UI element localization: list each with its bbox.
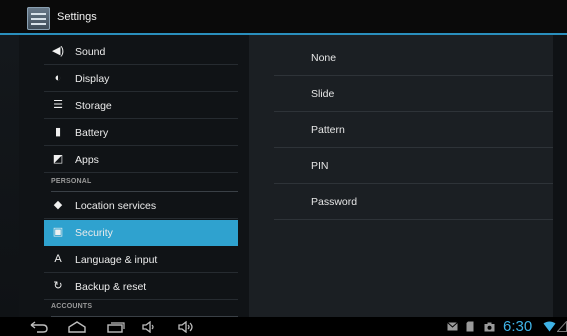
screen-lock-options: None Slide Pattern PIN Password [249, 35, 554, 317]
sidebar-item-label: Battery [75, 126, 109, 139]
sidebar-item-label: Location services [75, 199, 157, 212]
battery-icon: ▮ [54, 126, 62, 138]
sidebar-item-label: Security [75, 226, 113, 239]
backup-icon: ↻ [53, 280, 63, 292]
storage-icon: ☰ [53, 99, 63, 111]
gmail-icon [446, 320, 458, 333]
settings-app-icon[interactable] [27, 7, 50, 30]
sidebar-item-backup-reset[interactable]: ↻ Backup & reset [44, 274, 238, 300]
sidebar-item-label: Sound [75, 45, 106, 58]
apps-icon: ◩ [52, 153, 64, 165]
brightness-icon: ◐ [54, 72, 62, 84]
sidebar-item-battery[interactable]: ▮ Battery [44, 120, 238, 146]
sidebar-item-label: Backup & reset [75, 280, 147, 293]
option-label: Slide [311, 87, 335, 100]
sidebar-item-storage[interactable]: ☰ Storage [44, 93, 238, 119]
app-title: Settings [57, 11, 97, 23]
lock-option-slide[interactable]: Slide [274, 76, 554, 112]
action-bar: Settings [0, 0, 567, 35]
sidebar-item-label: Storage [75, 99, 112, 112]
lock-option-pin[interactable]: PIN [274, 148, 554, 184]
volume-up-icon[interactable] [176, 318, 198, 335]
wifi-icon [542, 320, 556, 333]
sidebar-item-label: Display [75, 72, 110, 85]
sidebar-item-language-input[interactable]: A Language & input [44, 247, 238, 273]
lock-option-none[interactable]: None [274, 40, 554, 76]
option-label: Password [311, 195, 358, 208]
settings-main: ◀) Sound ◐ Display ☰ Storage ▮ Battery ◩… [0, 35, 567, 317]
option-label: Pattern [311, 123, 345, 136]
back-icon[interactable] [28, 318, 50, 335]
sidebar-item-location-services[interactable]: ◆ Location services [44, 193, 238, 219]
screenshot-icon [483, 320, 495, 333]
option-label: PIN [311, 159, 329, 172]
sd-card-icon [465, 320, 475, 333]
volume-down-icon[interactable] [140, 318, 160, 335]
location-icon: ◆ [53, 199, 63, 211]
settings-sidebar[interactable]: ◀) Sound ◐ Display ☰ Storage ▮ Battery ◩… [19, 35, 249, 317]
sidebar-item-label: Language & input [75, 253, 158, 266]
section-header-personal: PERSONAL [51, 178, 238, 192]
section-header-accounts: ACCOUNTS [51, 303, 238, 317]
home-icon[interactable] [66, 318, 88, 335]
sidebar-item-sound[interactable]: ◀) Sound [44, 39, 238, 65]
sidebar-item-display[interactable]: ◐ Display [44, 66, 238, 92]
status-clock: 6:30 [503, 318, 533, 335]
content-edge [553, 35, 567, 317]
system-navigation-bar: 6:30 [0, 317, 567, 336]
signal-icon [556, 320, 567, 333]
sidebar-item-security[interactable]: ▣ Security [44, 220, 238, 246]
sidebar-item-label: Apps [75, 153, 99, 166]
speaker-icon: ◀) [51, 45, 65, 57]
keyboard-icon: A [54, 253, 62, 265]
recent-apps-icon[interactable] [105, 318, 127, 335]
lock-icon: ▣ [52, 226, 64, 238]
option-label: None [311, 51, 337, 64]
lock-option-password[interactable]: Password [274, 184, 554, 220]
lock-option-pattern[interactable]: Pattern [274, 112, 554, 148]
sidebar-item-apps[interactable]: ◩ Apps [44, 147, 238, 173]
